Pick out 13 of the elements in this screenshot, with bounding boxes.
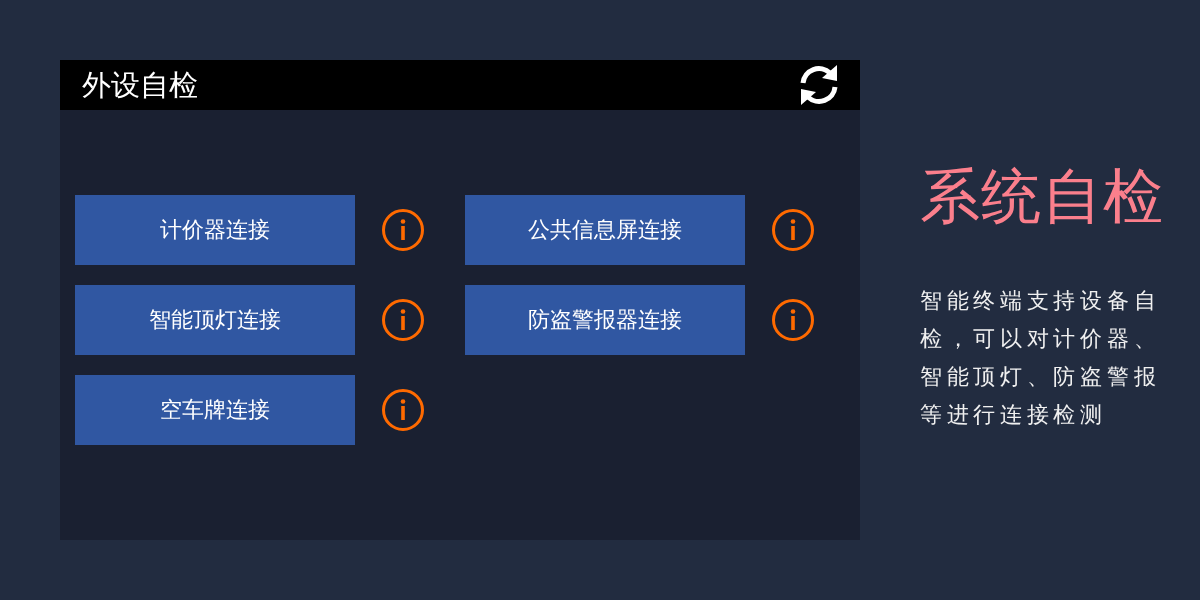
info-icon[interactable] bbox=[772, 299, 814, 341]
feature-heading: 系统自检 bbox=[920, 160, 1164, 232]
device-connect-button[interactable]: 计价器连接 bbox=[75, 195, 355, 265]
info-icon[interactable] bbox=[382, 299, 424, 341]
info-icon[interactable] bbox=[382, 209, 424, 251]
device-connect-button[interactable]: 防盗警报器连接 bbox=[465, 285, 745, 355]
panel-title: 外设自检 bbox=[82, 67, 198, 103]
feature-description: 智能终端支持设备自检，可以对计价器、智能顶灯、防盗警报等进行连接检测 bbox=[920, 287, 1162, 429]
device-connect-button[interactable]: 空车牌连接 bbox=[75, 375, 355, 445]
device-connect-button[interactable]: 智能顶灯连接 bbox=[75, 285, 355, 355]
device-connect-button[interactable]: 公共信息屏连接 bbox=[465, 195, 745, 265]
info-icon[interactable] bbox=[772, 209, 814, 251]
info-icon[interactable] bbox=[382, 389, 424, 431]
